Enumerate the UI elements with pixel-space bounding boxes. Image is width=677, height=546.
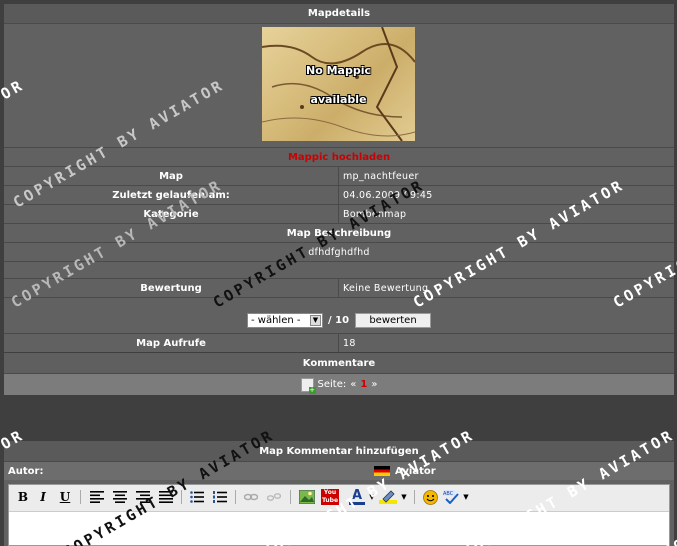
unlink-icon[interactable] [264, 488, 284, 506]
no-mappic-text: No Mappic [305, 64, 371, 77]
description-text: dfhdfghdfhd [308, 246, 370, 258]
toolbar-separator [80, 490, 81, 504]
add-comment-header: Map Kommentar hinzufügen [4, 441, 674, 461]
toolbar-separator [414, 490, 415, 504]
rating-value: Keine Bewertung [343, 282, 429, 294]
page-label: Seite: [317, 379, 347, 390]
add-comment-icon[interactable]: + [300, 377, 316, 394]
rating-max: / 10 [328, 315, 350, 326]
next-page-link[interactable]: » [371, 379, 377, 390]
chevron-down-icon[interactable]: ▼ [310, 315, 321, 326]
link-icon[interactable] [241, 488, 261, 506]
chevron-down-icon[interactable]: ▼ [399, 488, 409, 506]
current-page[interactable]: 1 [360, 379, 367, 390]
toolbar-separator [290, 490, 291, 504]
map-image-row: No Mappic available [4, 23, 674, 147]
numbered-list-icon[interactable] [210, 488, 230, 506]
last-played-value: 04.06.2009 09:45 [343, 189, 433, 201]
upload-row: Mappic hochladen [4, 147, 674, 166]
author-name: Aviator [395, 465, 436, 477]
editor-toolbar: B I U You Tube A ▼ ▼ ABC ▼ [9, 485, 669, 512]
align-left-icon[interactable] [87, 488, 107, 506]
description-row: dfhdfghdfhd [4, 242, 674, 261]
views-row: Map Aufrufe 18 [4, 333, 674, 352]
prev-page-link[interactable]: « [350, 379, 356, 390]
rating-label: Bewertung [4, 279, 339, 297]
comments-title: Kommentare [302, 357, 376, 369]
views-value: 18 [343, 337, 356, 349]
italic-button[interactable]: I [33, 488, 53, 506]
rating-select-value: - wählen - [251, 315, 301, 326]
svg-text:ABC: ABC [443, 491, 454, 497]
font-color-label: A [351, 488, 363, 503]
detail-row-last-played: Zuletzt gelaufen am: 04.06.2009 09:45 [4, 185, 674, 204]
last-played-label: Zuletzt gelaufen am: [4, 186, 339, 204]
mapdetails-panel: Mapdetails No Mappic available Mappic ho… [4, 4, 674, 352]
spacer-row [4, 261, 674, 278]
align-center-icon[interactable] [110, 488, 130, 506]
align-right-icon[interactable] [133, 488, 153, 506]
detail-row-map: Map mp_nachtfeuer [4, 166, 674, 185]
chevron-down-icon[interactable]: ▼ [367, 488, 377, 506]
category-value: Bombenmap [343, 208, 407, 220]
spellcheck-icon[interactable]: ABC [441, 488, 461, 506]
bullet-list-icon[interactable] [187, 488, 207, 506]
mapdetails-title: Mapdetails [307, 8, 371, 19]
rating-form-row: - wählen - ▼ / 10 bewerten [4, 297, 674, 333]
mapdetails-header: Mapdetails [4, 4, 674, 23]
map-value: mp_nachtfeuer [343, 170, 419, 182]
image-insert-icon[interactable] [297, 488, 317, 506]
map-sketch-icon [262, 27, 415, 141]
youtube-icon[interactable]: You Tube [320, 488, 340, 506]
chevron-down-icon[interactable]: ▼ [461, 488, 471, 506]
justify-icon[interactable] [156, 488, 176, 506]
author-label: Autor: [8, 465, 44, 477]
rating-row: Bewertung Keine Bewertung [4, 278, 674, 297]
youtube-label: You Tube [321, 489, 339, 505]
rate-button[interactable]: bewerten [355, 313, 431, 328]
detail-row-category: Kategorie Bombenmap [4, 204, 674, 223]
underline-button[interactable]: U [55, 488, 75, 506]
comments-panel: Kommentare + Seite: « 1 » [4, 353, 674, 395]
author-row: Autor: Aviator [4, 461, 674, 480]
rating-select[interactable]: - wählen - ▼ [247, 313, 323, 328]
bold-button[interactable]: B [13, 488, 33, 506]
toolbar-separator [181, 490, 182, 504]
description-title: Map Beschreibung [286, 227, 392, 239]
comments-pagination: + Seite: « 1 » [4, 373, 674, 395]
map-preview-image: No Mappic available [262, 27, 415, 141]
available-text: available [310, 93, 367, 106]
highlight-icon[interactable] [377, 488, 399, 506]
add-comment-panel: Map Kommentar hinzufügen Autor: Aviator … [4, 441, 674, 546]
comments-header: Kommentare [4, 353, 674, 373]
add-comment-title: Map Kommentar hinzufügen [259, 445, 419, 457]
views-label: Map Aufrufe [4, 334, 339, 352]
map-label: Map [4, 167, 339, 185]
category-label: Kategorie [4, 205, 339, 223]
german-flag-icon [374, 466, 390, 476]
upload-mappic-link[interactable]: Mappic hochladen [4, 148, 674, 166]
toolbar-separator [235, 490, 236, 504]
comment-textarea[interactable] [9, 512, 669, 545]
description-header-row: Map Beschreibung [4, 223, 674, 242]
smiley-icon[interactable] [420, 488, 440, 506]
font-color-bar [349, 502, 365, 505]
comment-editor: B I U You Tube A ▼ ▼ ABC ▼ [8, 484, 670, 546]
